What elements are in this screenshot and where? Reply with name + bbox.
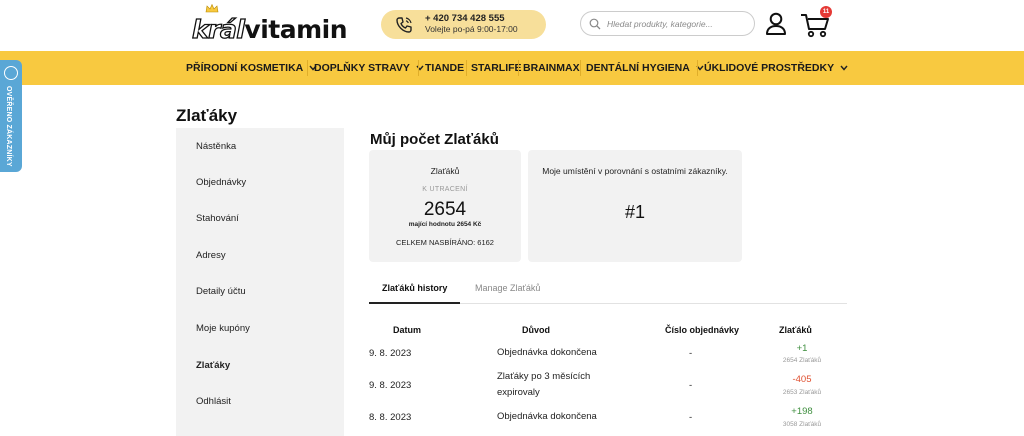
nav-item-dentalni-hygiena[interactable]: DENTÁLNÍ HYGIENA: [586, 51, 704, 85]
row-reason: Objednávka dokončena: [497, 347, 597, 358]
nav-item-label: STARLIFE: [471, 62, 522, 74]
row-points-change: +1: [796, 343, 808, 354]
sidebar-item-detaily-uctu[interactable]: Detaily účtu: [196, 286, 246, 297]
sidebar-item-nastenka[interactable]: Nástěnka: [196, 141, 236, 152]
phone-icon: [396, 16, 412, 33]
ranking-value: #1: [624, 202, 646, 222]
logo-text-kral: král: [191, 15, 245, 44]
column-header-duvod: Důvod: [522, 325, 550, 335]
site-logo[interactable]: král vitamin: [191, 4, 348, 44]
card-heading: Zlaťáků: [430, 166, 460, 176]
search-input[interactable]: [607, 18, 752, 29]
section-title: Můj počet Zlaťáků: [370, 131, 499, 148]
row-points-balance: 3058 Zlaťáků: [782, 421, 822, 428]
nav-divider: [466, 60, 467, 76]
cart-count-badge: 11: [820, 6, 832, 18]
row-points-change: -405: [792, 374, 812, 385]
ranking-card: Moje umístění v porovnání s ostatními zá…: [528, 150, 742, 262]
row-points-balance: 2654 Zlaťáků: [782, 357, 822, 364]
nav-divider: [418, 60, 419, 76]
chevron-down-icon: [840, 65, 848, 71]
sidebar-item-stahovani[interactable]: Stahování: [196, 213, 239, 224]
row-reason-line1: Zlaťáky po 3 měsících: [497, 371, 591, 382]
nav-item-brainmax[interactable]: BRAINMAX: [523, 51, 580, 85]
account-sidebar: Nástěnka Objednávky Stahování Adresy Det…: [176, 128, 344, 436]
card-subheading: K UTRACENÍ: [422, 186, 468, 193]
nav-item-label: TIANDE: [425, 62, 465, 74]
sidebar-item-odhlasit[interactable]: Odhlásit: [196, 396, 231, 407]
sidebar-item-zlataky[interactable]: Zlaťáky: [196, 360, 230, 371]
tab-zlataku-history[interactable]: Zlaťáků history: [382, 283, 447, 293]
phone-contact[interactable]: + 420 734 428 555 Volejte po-pá 9:00-17:…: [381, 10, 546, 39]
globe-icon: [4, 66, 18, 80]
nav-divider: [697, 60, 698, 76]
user-icon[interactable]: [765, 12, 787, 36]
verified-customers-badge[interactable]: OVĚŘENO ZÁKAZNÍKY: [0, 60, 22, 172]
sidebar-item-moje-kupony[interactable]: Moje kupóny: [196, 323, 250, 334]
row-reason: Objednávka dokončena: [497, 411, 597, 422]
points-total-collected: CELKEM NASBÍRÁNO: 6162: [396, 238, 494, 247]
nav-item-doplnky-stravy[interactable]: DOPLŇKY STRAVY: [314, 51, 424, 85]
points-balance-card: Zlaťáků K UTRACENÍ 2654 mající hodnotu 2…: [369, 150, 521, 262]
nav-divider: [307, 60, 308, 76]
active-tab-indicator: [369, 302, 460, 304]
nav-item-label: DENTÁLNÍ HYGIENA: [586, 62, 690, 74]
sidebar-item-adresy[interactable]: Adresy: [196, 250, 226, 261]
row-date: 8. 8. 2023: [369, 412, 412, 423]
tab-manage-zlataku[interactable]: Manage Zlaťáků: [475, 283, 540, 293]
nav-item-label: ÚKLIDOVÉ PROSTŘEDKY: [704, 62, 835, 74]
search-icon[interactable]: [589, 18, 601, 30]
points-amount: 2654: [423, 199, 467, 220]
main-nav: PŘÍRODNÍ KOSMETIKA DOPLŇKY STRAVY TIANDE…: [0, 51, 1024, 85]
ranking-heading: Moje umístění v porovnání s ostatními zá…: [542, 166, 728, 176]
nav-item-tiande[interactable]: TIANDE: [425, 51, 464, 85]
points-tabs: Zlaťáků history Manage Zlaťáků: [369, 278, 847, 304]
verified-badge-label: OVĚŘENO ZÁKAZNÍKY: [5, 86, 12, 167]
nav-divider: [580, 60, 581, 76]
row-points-change: +198: [791, 406, 813, 417]
row-order-number: -: [689, 348, 693, 359]
row-points-balance: 2653 Zlaťáků: [782, 389, 822, 396]
nav-item-label: DOPLŇKY STRAVY: [314, 62, 410, 74]
site-header: král vitamin + 420 734 428 555 Volejte po…: [0, 0, 1024, 50]
row-date: 9. 8. 2023: [369, 348, 412, 359]
nav-item-label: BRAINMAX: [523, 62, 580, 74]
column-header-cislo-objednavky: Číslo objednávky: [665, 325, 740, 335]
logo-text-vitamin: vitamin: [244, 15, 348, 44]
row-reason-line2: expirovaly: [497, 387, 540, 398]
sidebar-item-objednavky[interactable]: Objednávky: [196, 177, 246, 188]
row-order-number: -: [689, 380, 693, 391]
search-box[interactable]: [580, 11, 755, 36]
phone-hours: Volejte po-pá 9:00-17:00: [425, 24, 518, 35]
nav-item-prirodni-kosmetika[interactable]: PŘÍRODNÍ KOSMETIKA: [186, 51, 317, 85]
row-order-number: -: [689, 412, 693, 423]
page-title: Zlaťáky: [176, 106, 238, 125]
column-header-zlataku: Zlaťáků: [779, 325, 812, 335]
row-date: 9. 8. 2023: [369, 380, 412, 391]
nav-item-label: PŘÍRODNÍ KOSMETIKA: [186, 62, 304, 74]
nav-divider: [518, 60, 519, 76]
points-value-note: mající hodnotu 2654 Kč: [408, 221, 482, 228]
nav-item-uklidove-prostredky[interactable]: ÚKLIDOVÉ PROSTŘEDKY: [704, 51, 848, 85]
crown-icon: [205, 4, 219, 13]
column-header-datum: Datum: [393, 325, 422, 335]
nav-item-starlife[interactable]: STARLIFE: [471, 51, 522, 85]
